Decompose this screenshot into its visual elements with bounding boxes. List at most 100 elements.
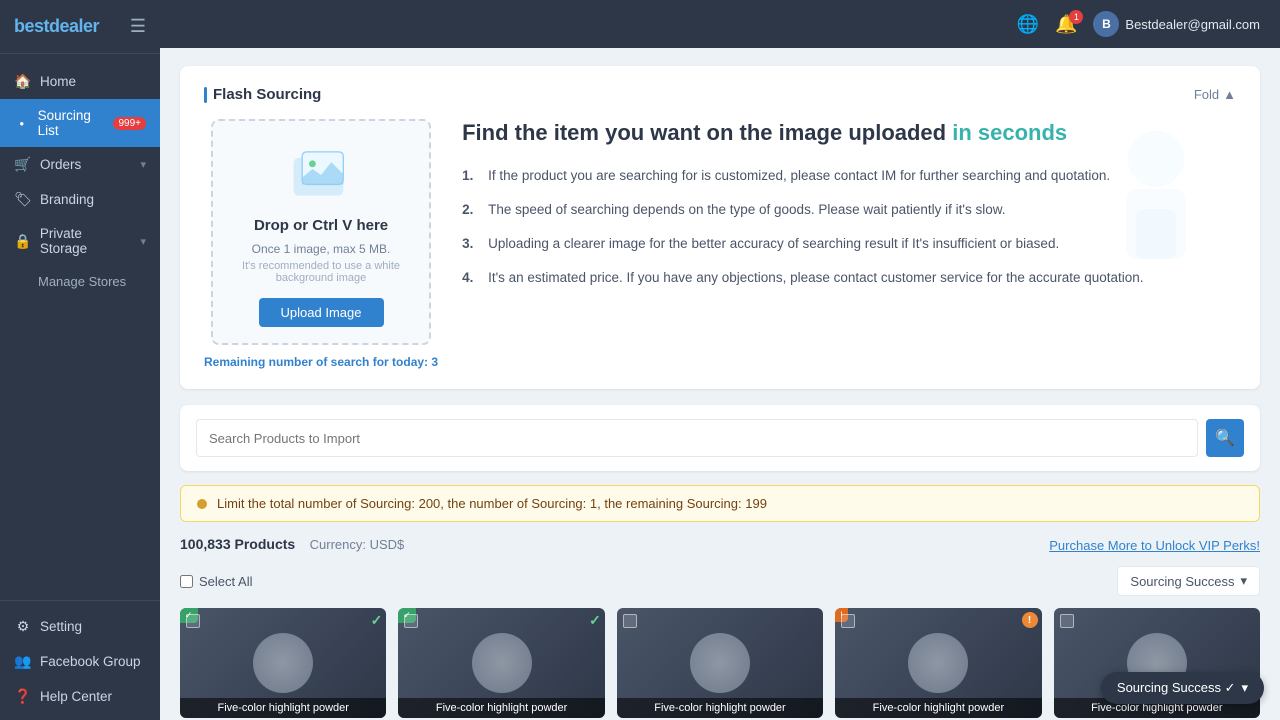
product-card[interactable]: ✓ ✓ Five-color highlight powder bbox=[398, 608, 604, 718]
user-info[interactable]: B Bestdealer@gmail.com bbox=[1093, 11, 1260, 37]
fold-button[interactable]: Fold ▲ bbox=[1194, 87, 1236, 102]
flash-content: Drop or Ctrl V here Once 1 image, max 5 … bbox=[204, 119, 1236, 369]
card-header: Flash Sourcing Fold ▲ bbox=[204, 86, 1236, 103]
upload-hint2: It's recommended to use a white backgrou… bbox=[229, 260, 413, 284]
sidebar-item-branding[interactable]: 🏷 Branding bbox=[0, 182, 160, 217]
instruction-text-4: It's an estimated price. If you have any… bbox=[488, 268, 1143, 288]
card-title: Flash Sourcing bbox=[204, 86, 321, 103]
sidebar-item-home[interactable]: 🏠 Home bbox=[0, 64, 160, 99]
product-card[interactable]: ! ! Five-color highlight powder bbox=[835, 608, 1041, 718]
vip-link[interactable]: Purchase More to Unlock VIP Perks! bbox=[1049, 538, 1260, 553]
sidebar: bestdealer ☰ 🏠 Home ● Sourcing List 999+… bbox=[0, 0, 160, 720]
sidebar-item-private-storage-label: Private Storage bbox=[40, 226, 133, 256]
sourcing-badge: 999+ bbox=[113, 117, 146, 130]
sidebar-item-private-storage[interactable]: 🔒 Private Storage ▾ bbox=[0, 217, 160, 265]
sidebar-item-facebook[interactable]: 👥 Facebook Group bbox=[0, 644, 160, 679]
sidebar-item-setting-label: Setting bbox=[40, 619, 82, 634]
currency-label: Currency: USD$ bbox=[310, 537, 405, 552]
product-label: Five-color highlight powder bbox=[835, 698, 1041, 718]
hamburger-icon[interactable]: ☰ bbox=[130, 16, 146, 37]
product-card[interactable]: ✓ ✓ Five-color highlight powder bbox=[180, 608, 386, 718]
upload-hint1: Once 1 image, max 5 MB. bbox=[252, 242, 391, 256]
setting-icon: ⚙ bbox=[14, 618, 32, 635]
sourcing-success-button[interactable]: Sourcing Success ✓ ▾ bbox=[1101, 672, 1264, 704]
main-area: 🌐 🔔 1 B Bestdealer@gmail.com Flash Sourc… bbox=[160, 0, 1280, 720]
sourcing-dropdown[interactable]: Sourcing Success ▾ bbox=[1117, 566, 1260, 596]
remaining-label: Remaining number of search for today: bbox=[204, 355, 428, 369]
product-checkbox[interactable] bbox=[404, 614, 418, 628]
sidebar-item-branding-label: Branding bbox=[40, 192, 94, 207]
home-icon: 🏠 bbox=[14, 73, 32, 90]
heading-highlight: in seconds bbox=[952, 120, 1067, 145]
branding-icon: 🏷 bbox=[14, 191, 32, 208]
product-checkbox[interactable] bbox=[841, 614, 855, 628]
fold-label: Fold bbox=[1194, 87, 1219, 102]
flash-sourcing-card: Flash Sourcing Fold ▲ bbox=[180, 66, 1260, 389]
sidebar-item-setting[interactable]: ⚙ Setting bbox=[0, 609, 160, 644]
user-email: Bestdealer@gmail.com bbox=[1125, 17, 1260, 32]
notification-icon[interactable]: 🔔 1 bbox=[1055, 14, 1077, 35]
sidebar-item-help[interactable]: ❓ Help Center bbox=[0, 679, 160, 714]
search-area: 🔍 bbox=[180, 405, 1260, 471]
sidebar-item-sourcing-label: Sourcing List bbox=[38, 108, 106, 138]
product-warn-icon: ! bbox=[1022, 612, 1038, 628]
search-input[interactable] bbox=[196, 419, 1198, 457]
orders-icon: 🛒 bbox=[14, 156, 32, 173]
upload-placeholder-icon bbox=[286, 145, 356, 205]
sourcing-icon: ● bbox=[14, 119, 30, 128]
product-label: Five-color highlight powder bbox=[180, 698, 386, 718]
upload-button[interactable]: Upload Image bbox=[259, 298, 384, 327]
sidebar-item-home-label: Home bbox=[40, 74, 76, 89]
logo-area: bestdealer ☰ bbox=[0, 0, 160, 54]
product-label: Five-color highlight powder bbox=[398, 698, 604, 718]
sidebar-item-sourcing[interactable]: ● Sourcing List 999+ bbox=[0, 99, 160, 147]
sidebar-item-orders-label: Orders bbox=[40, 157, 81, 172]
product-checkbox[interactable] bbox=[186, 614, 200, 628]
globe-icon[interactable]: 🌐 bbox=[1017, 14, 1039, 35]
sourcing-success-arrow-icon: ▾ bbox=[1241, 680, 1248, 696]
instruction-text-2: The speed of searching depends on the ty… bbox=[488, 200, 1005, 220]
upload-zone[interactable]: Drop or Ctrl V here Once 1 image, max 5 … bbox=[211, 119, 431, 345]
fold-icon: ▲ bbox=[1223, 87, 1236, 102]
product-checkbox[interactable] bbox=[623, 614, 637, 628]
products-meta: 100,833 Products Currency: USD$ bbox=[180, 536, 404, 554]
sidebar-bottom: ⚙ Setting 👥 Facebook Group ❓ Help Center bbox=[0, 600, 160, 720]
product-label: Five-color highlight powder bbox=[617, 698, 823, 718]
sidebar-item-orders[interactable]: 🛒 Orders ▾ bbox=[0, 147, 160, 182]
instruction-text-3: Uploading a clearer image for the better… bbox=[488, 234, 1059, 254]
private-storage-icon: 🔒 bbox=[14, 233, 32, 250]
top-header: 🌐 🔔 1 B Bestdealer@gmail.com bbox=[160, 0, 1280, 48]
drop-text: Drop or Ctrl V here bbox=[254, 217, 388, 234]
warning-banner: Limit the total number of Sourcing: 200,… bbox=[180, 485, 1260, 522]
orders-arrow-icon: ▾ bbox=[140, 158, 146, 171]
sourcing-success-label: Sourcing Success ✓ bbox=[1117, 680, 1236, 696]
product-check-icon: ✓ bbox=[589, 612, 601, 629]
select-all-checkbox[interactable] bbox=[180, 575, 193, 588]
private-storage-arrow-icon: ▾ bbox=[140, 235, 146, 248]
help-icon: ❓ bbox=[14, 688, 32, 705]
main-nav: 🏠 Home ● Sourcing List 999+ 🛒 Orders ▾ 🏷… bbox=[0, 54, 160, 600]
notification-badge: 1 bbox=[1069, 10, 1083, 24]
heading-main: Find the item you want on the image uplo… bbox=[462, 120, 946, 145]
search-button[interactable]: 🔍 bbox=[1206, 419, 1244, 457]
logo-part2: dealer bbox=[49, 16, 99, 36]
warning-text: Limit the total number of Sourcing: 200,… bbox=[217, 496, 767, 511]
facebook-icon: 👥 bbox=[14, 653, 32, 670]
products-count: 100,833 Products bbox=[180, 536, 295, 552]
content-area: Flash Sourcing Fold ▲ bbox=[160, 48, 1280, 720]
sidebar-item-manage-stores-label: Manage Stores bbox=[38, 274, 126, 289]
products-header: 100,833 Products Currency: USD$ Purchase… bbox=[180, 536, 1260, 554]
sidebar-item-manage-stores[interactable]: Manage Stores bbox=[0, 265, 160, 298]
sidebar-item-help-label: Help Center bbox=[40, 689, 112, 704]
logo-part1: best bbox=[14, 16, 49, 36]
sidebar-item-facebook-label: Facebook Group bbox=[40, 654, 141, 669]
sourcing-dropdown-arrow-icon: ▾ bbox=[1240, 573, 1247, 589]
product-check-icon: ✓ bbox=[371, 612, 383, 629]
select-all-text: Select All bbox=[199, 574, 252, 589]
select-all-label[interactable]: Select All bbox=[180, 574, 252, 589]
sourcing-dropdown-label: Sourcing Success bbox=[1130, 574, 1234, 589]
instruction-text-1: If the product you are searching for is … bbox=[488, 166, 1110, 186]
deco-figure-icon bbox=[1076, 119, 1236, 279]
product-card[interactable]: Five-color highlight powder bbox=[617, 608, 823, 718]
product-checkbox[interactable] bbox=[1060, 614, 1074, 628]
